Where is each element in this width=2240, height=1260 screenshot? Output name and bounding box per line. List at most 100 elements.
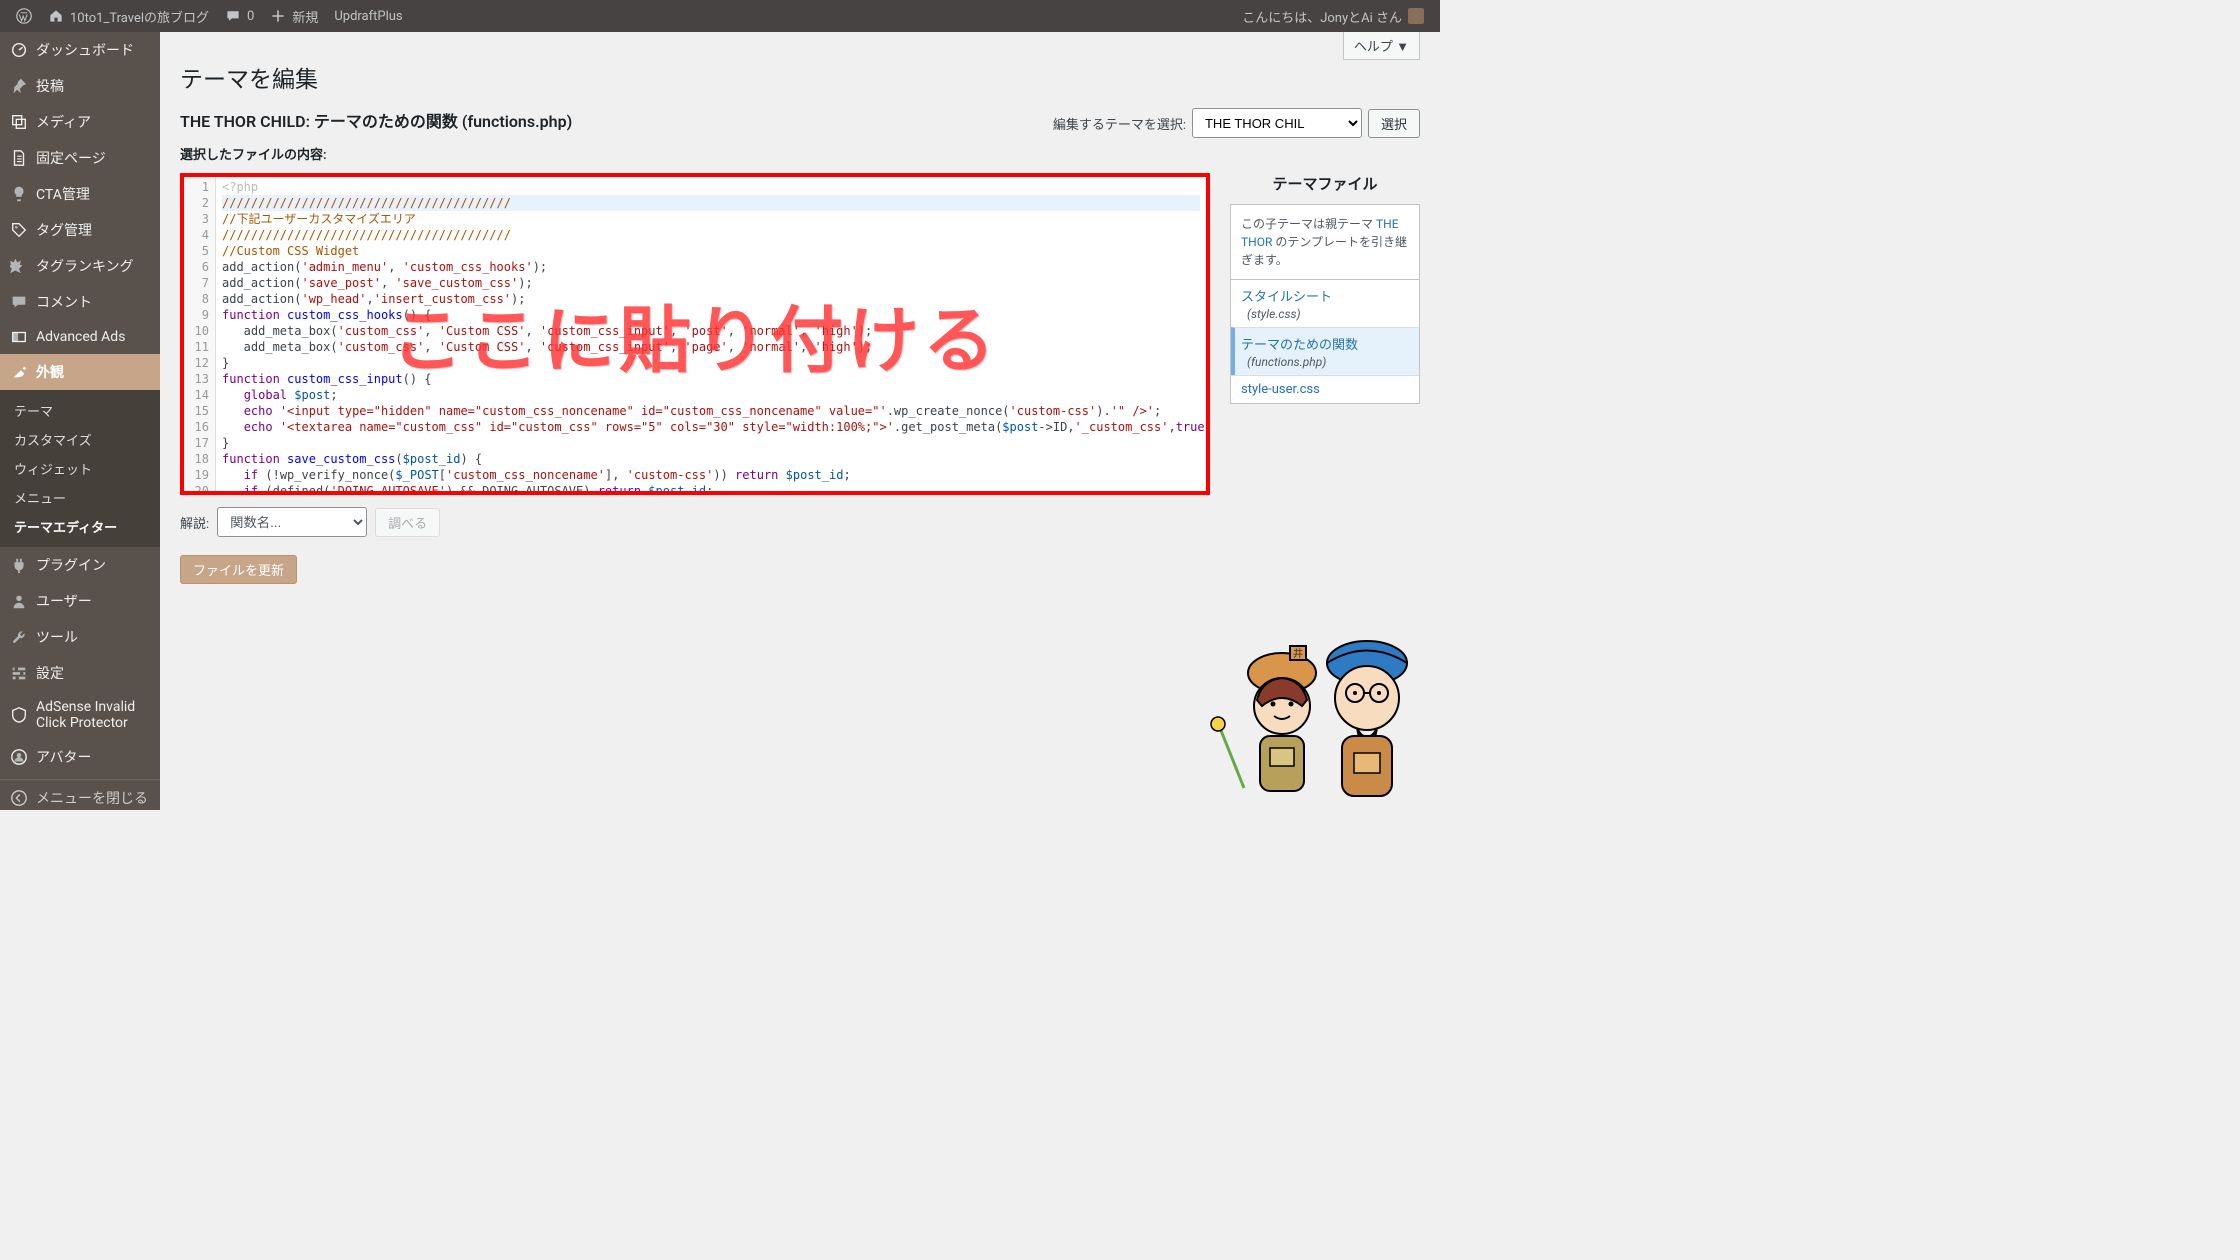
code-line[interactable]: add_action('admin_menu', 'custom_css_hoo… bbox=[222, 259, 1200, 275]
theme-files-sidebar: テーマファイル この子テーマは親テーマ THE THOR のテンプレートを引き継… bbox=[1230, 173, 1420, 404]
plugin-icon bbox=[10, 556, 28, 574]
code-line[interactable]: global $post; bbox=[222, 387, 1200, 403]
dashboard-icon bbox=[10, 41, 28, 59]
sidebar-item-pin[interactable]: 投稿 bbox=[0, 68, 160, 104]
comment-icon bbox=[225, 8, 241, 24]
sidebar-item-label: 外観 bbox=[36, 362, 64, 382]
sidebar-item-label: ダッシュボード bbox=[36, 40, 134, 60]
sidebar-item-label: アバター bbox=[36, 747, 91, 767]
sidebar-item-media[interactable]: メディア bbox=[0, 104, 160, 140]
select-button[interactable]: 選択 bbox=[1368, 109, 1420, 138]
code-line[interactable]: //////////////////////////////////////// bbox=[222, 195, 1200, 211]
updraft-link[interactable]: UpdraftPlus bbox=[326, 0, 410, 32]
sidebar-item-page[interactable]: 固定ページ bbox=[0, 140, 160, 176]
code-line[interactable]: echo '<textarea name="custom_css" id="cu… bbox=[222, 419, 1200, 435]
sidebar-item-rank[interactable]: タグランキング bbox=[0, 248, 160, 284]
plus-icon bbox=[270, 8, 286, 24]
content-wrap: ヘルプ ▼ テーマを編集 編集するテーマを選択: THE THOR CHIL 選… bbox=[160, 32, 1440, 810]
users-icon bbox=[10, 592, 28, 610]
media-icon bbox=[10, 113, 28, 131]
sidebar-item-bulb[interactable]: CTA管理 bbox=[0, 176, 160, 212]
submenu-item[interactable]: テーマ bbox=[0, 396, 160, 425]
sidebar-item-avatar[interactable]: アバター bbox=[0, 739, 160, 775]
sidebar-item-tools[interactable]: ツール bbox=[0, 619, 160, 655]
rank-icon bbox=[10, 257, 28, 275]
sidebar-item-ads[interactable]: Advanced Ads bbox=[0, 320, 160, 354]
sidebar-item-settings[interactable]: 設定 bbox=[0, 655, 160, 691]
sidebar-item-label: 設定 bbox=[36, 663, 64, 683]
code-line[interactable]: add_action('save_post', 'save_custom_css… bbox=[222, 275, 1200, 291]
theme-file-item[interactable]: style-user.css bbox=[1231, 375, 1419, 403]
code-line[interactable]: //Custom CSS Widget bbox=[222, 243, 1200, 259]
submenu-item[interactable]: テーマエディター bbox=[0, 512, 160, 541]
ads-icon bbox=[10, 328, 28, 346]
sidebar-item-plugin[interactable]: プラグイン bbox=[0, 547, 160, 583]
update-file-button[interactable]: ファイルを更新 bbox=[180, 555, 297, 584]
help-tab[interactable]: ヘルプ ▼ bbox=[1343, 32, 1420, 60]
code-line[interactable]: <?php bbox=[222, 179, 1200, 195]
sidebar-item-comment[interactable]: コメント bbox=[0, 284, 160, 320]
account-link[interactable]: こんにちは、JonyとAi さん bbox=[1234, 0, 1432, 32]
tag-icon bbox=[10, 221, 28, 239]
bulb-icon bbox=[10, 185, 28, 203]
theme-file-item[interactable]: テーマのための関数(functions.php) bbox=[1231, 327, 1419, 375]
sidebar-item-shield[interactable]: AdSense Invalid Click Protector bbox=[0, 691, 160, 739]
avatar-icon bbox=[10, 748, 28, 766]
sidebar-item-label: タグランキング bbox=[36, 256, 134, 276]
sidebar-item-tag[interactable]: タグ管理 bbox=[0, 212, 160, 248]
sidebar-item-label: Advanced Ads bbox=[36, 329, 125, 345]
comments-link[interactable]: 0 bbox=[217, 0, 262, 32]
code-line[interactable]: echo '<input type="hidden" name="custom_… bbox=[222, 403, 1200, 419]
lookup-row: 解説: 関数名... 調べる bbox=[180, 507, 1210, 537]
settings-icon bbox=[10, 664, 28, 682]
lookup-select[interactable]: 関数名... bbox=[217, 507, 367, 537]
tools-icon bbox=[10, 628, 28, 646]
code-line[interactable]: function custom_css_input() { bbox=[222, 371, 1200, 387]
theme-select[interactable]: THE THOR CHIL bbox=[1192, 108, 1362, 138]
sidebar-item-users[interactable]: ユーザー bbox=[0, 583, 160, 619]
submenu-item[interactable]: ウィジェット bbox=[0, 454, 160, 483]
sidebar-item-label: AdSense Invalid Click Protector bbox=[36, 699, 150, 731]
appearance-submenu: テーマカスタマイズウィジェットメニューテーマエディター bbox=[0, 390, 160, 547]
comment-icon bbox=[10, 293, 28, 311]
code-line[interactable]: add_meta_box('custom_css', 'Custom CSS',… bbox=[222, 323, 1200, 339]
sidebar-item-appearance[interactable]: 外観 bbox=[0, 354, 160, 390]
submenu-item[interactable]: カスタマイズ bbox=[0, 425, 160, 454]
admin-sidebar: ダッシュボード投稿メディア固定ページ CTA管理タグ管理タグランキングコメント Ad… bbox=[0, 32, 160, 810]
sidebar-item-label: タグ管理 bbox=[36, 220, 92, 240]
comment-count: 0 bbox=[247, 9, 254, 24]
theme-select-label: 編集するテーマを選択: bbox=[1053, 114, 1186, 133]
avatar bbox=[1408, 8, 1424, 24]
page-title: テーマを編集 bbox=[180, 60, 1420, 94]
sidebar-item-label: プラグイン bbox=[36, 555, 106, 575]
site-link[interactable]: 10to1_Travelの旅ブログ bbox=[40, 0, 217, 32]
submenu-item[interactable]: メニュー bbox=[0, 483, 160, 512]
wp-logo[interactable] bbox=[8, 0, 40, 32]
sidebar-item-label: ユーザー bbox=[36, 591, 92, 611]
theme-select-row: 編集するテーマを選択: THE THOR CHIL 選択 bbox=[1053, 108, 1420, 138]
sidebar-item-dashboard[interactable]: ダッシュボード bbox=[0, 32, 160, 68]
page-icon bbox=[10, 149, 28, 167]
appearance-icon bbox=[10, 363, 28, 381]
code-line[interactable]: function custom_css_hooks() { bbox=[222, 307, 1200, 323]
new-link[interactable]: 新規 bbox=[262, 0, 326, 32]
site-name: 10to1_Travelの旅ブログ bbox=[70, 7, 209, 26]
collapse-icon bbox=[10, 789, 28, 807]
wordpress-icon bbox=[16, 8, 32, 24]
code-line[interactable]: if (defined('DOING_AUTOSAVE') && DOING_A… bbox=[222, 483, 1200, 491]
code-line[interactable]: add_meta_box('custom_css', 'Custom CSS',… bbox=[222, 339, 1200, 355]
code-line[interactable]: if (!wp_verify_nonce($_POST['custom_css_… bbox=[222, 467, 1200, 483]
theme-files-heading: テーマファイル bbox=[1230, 173, 1420, 194]
sidebar-item-label: コメント bbox=[36, 292, 92, 312]
code-line[interactable]: //////////////////////////////////////// bbox=[222, 227, 1200, 243]
collapse-menu[interactable]: メニューを閉じる bbox=[0, 779, 160, 816]
code-line[interactable]: } bbox=[222, 435, 1200, 451]
theme-file-item[interactable]: スタイルシート(style.css) bbox=[1231, 280, 1419, 327]
code-line[interactable]: function save_custom_css($post_id) { bbox=[222, 451, 1200, 467]
sidebar-item-label: CTA管理 bbox=[36, 184, 90, 204]
lookup-button[interactable]: 調べる bbox=[375, 508, 440, 537]
code-line[interactable]: } bbox=[222, 355, 1200, 371]
code-line[interactable]: add_action('wp_head','insert_custom_css'… bbox=[222, 291, 1200, 307]
code-editor[interactable]: 1234567891011121314151617181920212223242… bbox=[184, 177, 1206, 491]
code-line[interactable]: //下記ユーザーカスタマイズエリア bbox=[222, 211, 1200, 227]
